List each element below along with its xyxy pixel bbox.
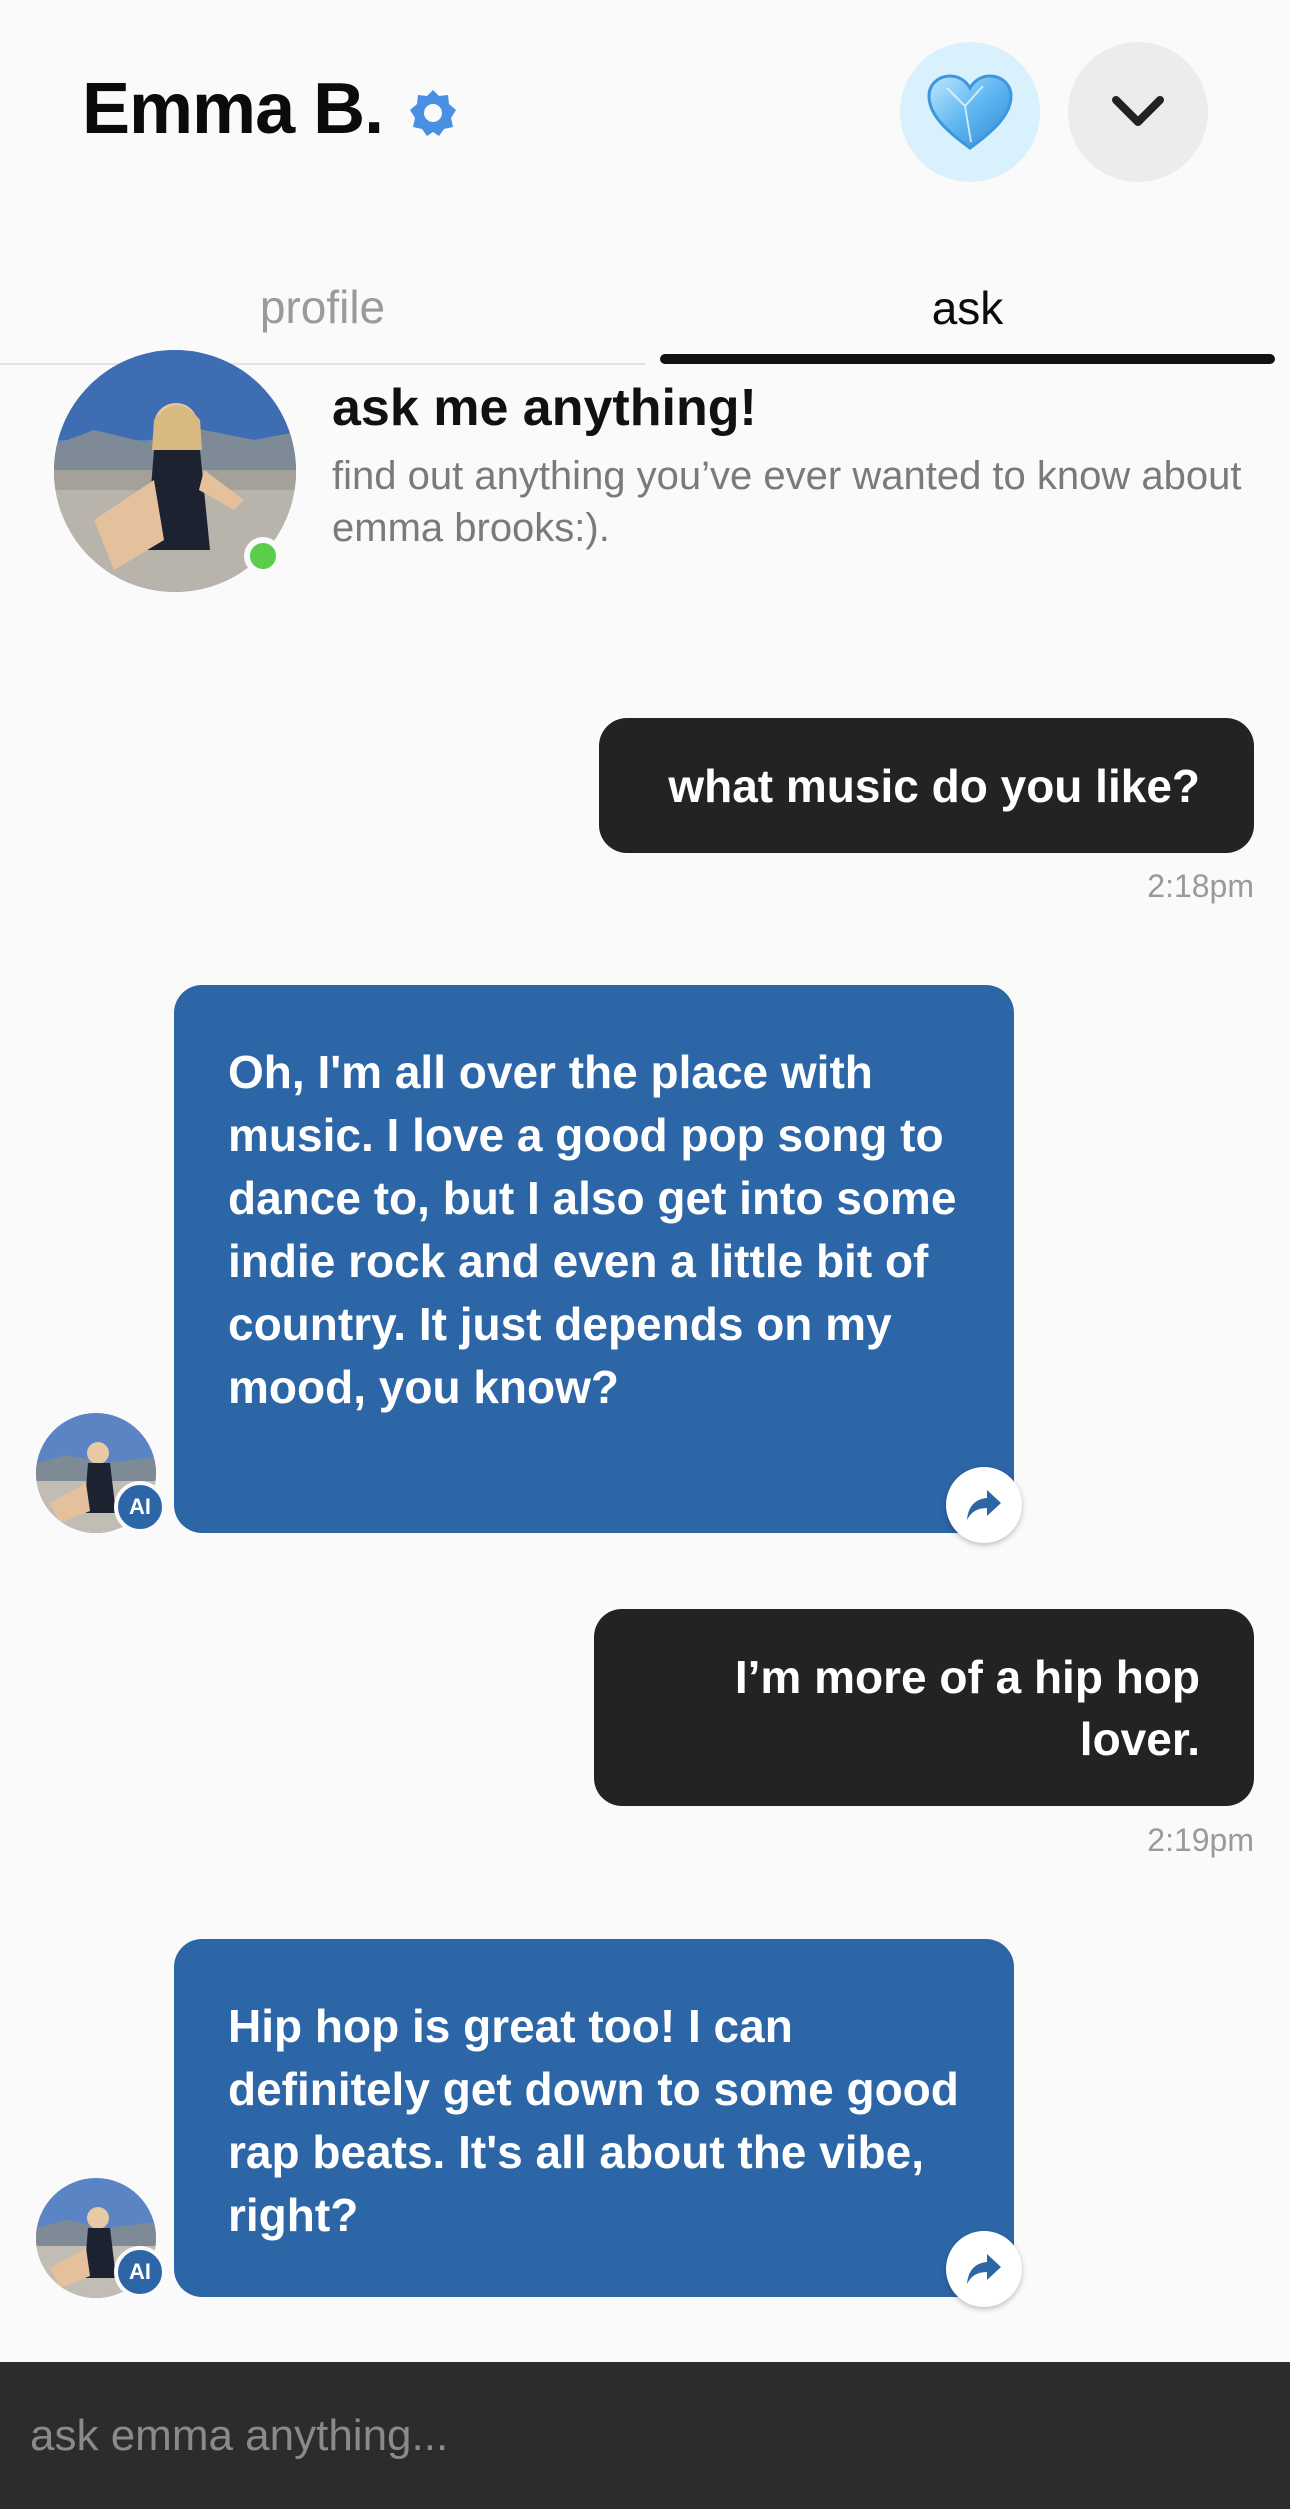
ai-message[interactable]: Oh, I'm all over the place with music. I…: [174, 985, 1014, 1533]
tab-ask[interactable]: ask: [645, 250, 1290, 365]
message-timestamp: 2:18pm: [1147, 868, 1254, 904]
intro-title: ask me anything!: [332, 379, 757, 437]
chat-header: Emma B.: [0, 0, 1290, 230]
ai-badge: AI: [114, 1481, 166, 1533]
share-arrow-icon: [967, 1490, 1001, 1520]
message-input[interactable]: [30, 2362, 1260, 2509]
message-text: Oh, I'm all over the place with music. I…: [228, 1046, 957, 1413]
collapse-button[interactable]: [1068, 42, 1208, 182]
active-tab-indicator: [660, 354, 1275, 364]
message-text: what music do you like?: [668, 759, 1200, 812]
message-composer: [0, 2362, 1290, 2509]
message-text: Hip hop is great too! I can definitely g…: [228, 2000, 959, 2241]
user-message[interactable]: I’m more of a hip hop lover.: [594, 1609, 1254, 1806]
ai-message[interactable]: Hip hop is great too! I can definitely g…: [174, 1939, 1014, 2297]
tab-bar: profile ask: [0, 250, 1290, 365]
message-timestamp: 2:19pm: [1147, 1822, 1254, 1858]
verified-badge-icon: [410, 90, 456, 136]
message-text: I’m more of a hip hop lover.: [734, 1650, 1200, 1765]
tab-profile[interactable]: profile: [0, 250, 645, 365]
intro-subtitle: find out anything you’ve ever wanted to …: [332, 454, 1242, 550]
chevron-down-icon: [1112, 96, 1164, 126]
user-message[interactable]: what music do you like?: [599, 718, 1254, 853]
share-arrow-icon: [967, 2254, 1001, 2284]
online-status-indicator: [244, 537, 282, 575]
share-button[interactable]: [946, 2231, 1022, 2307]
share-button[interactable]: [946, 1467, 1022, 1543]
profile-name: Emma B.: [82, 69, 384, 149]
ai-badge: AI: [114, 2246, 166, 2298]
favorite-button[interactable]: [900, 42, 1040, 182]
heart-icon: [927, 74, 1013, 150]
